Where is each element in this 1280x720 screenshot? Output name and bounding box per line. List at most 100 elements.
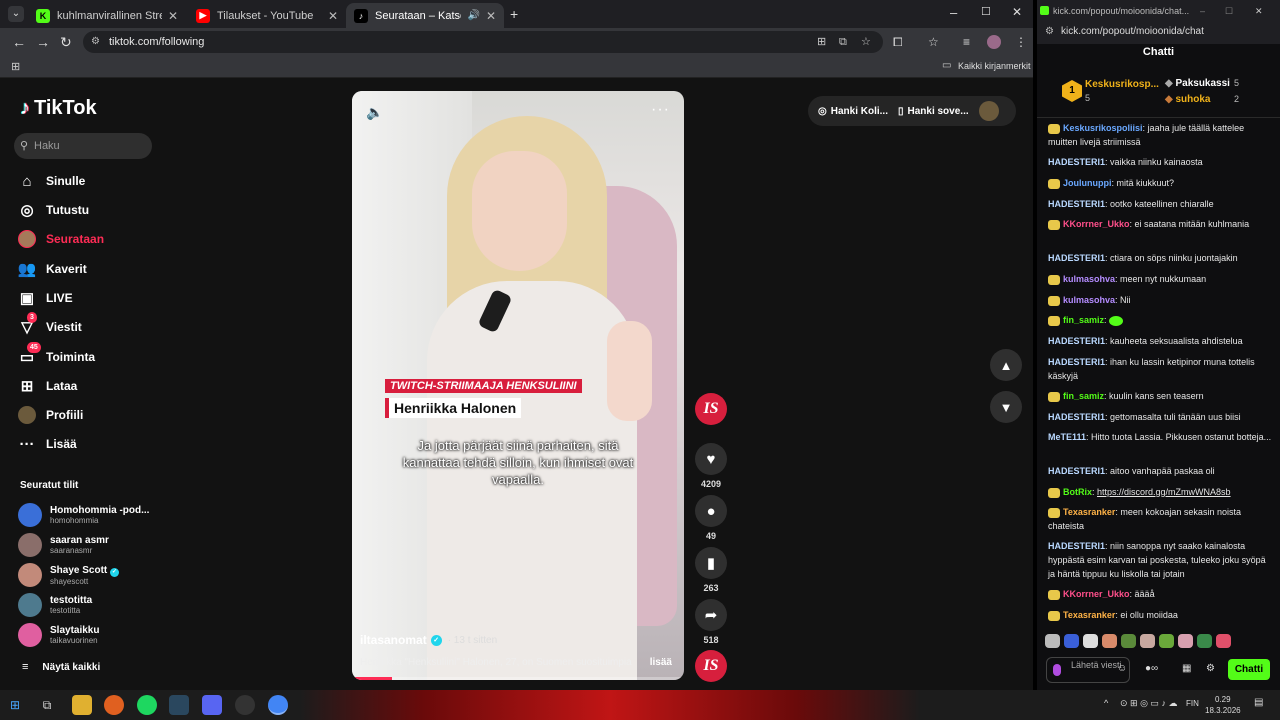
site-info-icon[interactable]: ⚙ xyxy=(91,31,100,53)
emote[interactable] xyxy=(1178,634,1193,648)
followed-account[interactable]: testotitta testotitta xyxy=(18,592,92,618)
next-video-button[interactable]: ▼ xyxy=(990,391,1022,423)
nav-item-lisaa[interactable]: ··· Lisää xyxy=(18,433,77,455)
chrome-icon[interactable] xyxy=(268,695,288,715)
save-action[interactable]: ▮ 263 xyxy=(695,547,727,593)
chat-username[interactable]: fin_samiz xyxy=(1063,391,1104,401)
chat-send-button[interactable]: Chatti xyxy=(1228,659,1270,680)
tray-chevron-icon[interactable]: ^ xyxy=(1104,698,1108,708)
emote[interactable] xyxy=(1121,634,1136,648)
video-player[interactable]: 🔈 ··· TWITCH-STRIIMAAJA HENKSULIINI Henr… xyxy=(352,91,684,680)
nav-item-live[interactable]: ▣ LIVE xyxy=(18,287,73,309)
tab-search-button[interactable]: ⌄ xyxy=(8,6,24,22)
chat-username[interactable]: kulmasohva xyxy=(1063,295,1115,305)
url-input[interactable]: ⚙ tiktok.com/following ⊞ ⧉ ☆ xyxy=(83,31,883,53)
tab-youtube[interactable]: ▶ Tilaukset - YouTube ✕ xyxy=(188,3,346,28)
volume-icon[interactable]: 🔈 xyxy=(366,104,383,121)
leader-name[interactable]: Keskusrikosp... xyxy=(1085,79,1159,90)
tab-kick[interactable]: K kuhlmanvirallinen Stream - Wa ✕ xyxy=(28,3,186,28)
nav-item-seurataan[interactable]: Seurataan xyxy=(18,228,104,250)
microphone-icon[interactable] xyxy=(1053,664,1061,676)
chat-username[interactable]: Keskusrikospoliisi xyxy=(1063,123,1143,133)
nav-item-lataa[interactable]: ⊞ Lataa xyxy=(18,375,78,397)
emote[interactable] xyxy=(1083,634,1098,648)
app-icon[interactable] xyxy=(235,695,255,715)
get-coins-button[interactable]: ◎ Hanki Koli... xyxy=(818,106,888,117)
apps-grid-icon[interactable]: ⊞ xyxy=(11,60,20,73)
creator-avatar[interactable]: IS xyxy=(695,393,727,425)
maximize-button[interactable]: ☐ xyxy=(981,5,991,18)
video-author[interactable]: iltasanomat ✓ · 13 t sitten xyxy=(360,633,497,647)
leader-name[interactable]: suhoka xyxy=(1175,94,1210,105)
window-close-button[interactable]: ✕ xyxy=(1255,0,1263,22)
chat-username[interactable]: KKorrner_Ukko xyxy=(1063,589,1130,599)
back-icon[interactable]: ← xyxy=(12,34,26,50)
profile-avatar[interactable] xyxy=(987,35,1001,49)
chat-message-input[interactable]: Lähetä viesti ☺ xyxy=(1046,657,1130,683)
emoji-icon[interactable]: ☺ xyxy=(1117,663,1127,674)
chat-username[interactable]: Joulunuppi xyxy=(1063,178,1112,188)
comment-action[interactable]: ● 49 xyxy=(695,495,727,541)
user-avatar[interactable] xyxy=(978,101,999,121)
notification-icon[interactable]: ▤ xyxy=(1254,697,1263,708)
chat-username[interactable]: HADESTERI1 xyxy=(1048,199,1105,209)
clock[interactable]: 0.29 18.3.2026 xyxy=(1205,694,1241,716)
see-all-button[interactable]: ≡ Näytä kaikki xyxy=(22,661,100,673)
speaker-icon[interactable]: 🔊 xyxy=(467,10,479,21)
chat-username[interactable]: HADESTERI1 xyxy=(1048,466,1105,476)
emote[interactable] xyxy=(1216,634,1231,648)
previous-video-button[interactable]: ▲ xyxy=(990,349,1022,381)
nav-item-sinulle[interactable]: ⌂ Sinulle xyxy=(18,170,85,192)
nav-item-toiminta[interactable]: ▭ 45 Toiminta xyxy=(18,342,95,368)
file-explorer-icon[interactable] xyxy=(72,695,92,715)
get-app-button[interactable]: ▯ Hanki sove... xyxy=(898,106,969,117)
task-view-icon[interactable]: ⧉ xyxy=(37,695,57,715)
emote[interactable] xyxy=(1045,634,1060,648)
extensions-icon[interactable]: ⧠ xyxy=(893,35,903,50)
followed-account[interactable]: Slaytaikku taikavuorinen xyxy=(18,622,99,648)
chat-username[interactable]: HADESTERI1 xyxy=(1048,541,1105,551)
emote[interactable] xyxy=(1159,634,1174,648)
chat-username[interactable]: KKorrner_Ukko xyxy=(1063,219,1130,229)
description-more-button[interactable]: lisää xyxy=(650,657,672,668)
maximize-button[interactable]: ☐ xyxy=(1225,0,1233,22)
search-input[interactable]: ⚲ Haku xyxy=(14,133,152,159)
window-close-button[interactable]: ✕ xyxy=(1012,5,1022,19)
new-tab-button[interactable]: + xyxy=(510,6,518,22)
store-icon[interactable]: ▦ xyxy=(1182,663,1191,674)
tray-icons[interactable]: ⊙ ⊞ ◎ ▭ ♪ ☁ xyxy=(1120,698,1177,709)
chat-username[interactable]: BotRix xyxy=(1063,487,1092,497)
chat-username[interactable]: kulmasohva xyxy=(1063,274,1115,284)
chat-username[interactable]: Texasranker xyxy=(1063,507,1115,517)
tiktok-logo[interactable]: ♪ TikTok xyxy=(20,97,97,120)
close-icon[interactable]: ✕ xyxy=(168,9,178,23)
forward-icon[interactable]: → xyxy=(36,34,50,50)
emote[interactable] xyxy=(1064,634,1079,648)
all-bookmarks-button[interactable]: Kaikki kirjanmerkit xyxy=(958,61,1031,71)
settings-icon[interactable]: ⚙ xyxy=(1206,663,1215,674)
leader-name[interactable]: Paksukassi xyxy=(1175,78,1230,89)
followed-account[interactable]: saaran asmr saaranasmr xyxy=(18,532,109,558)
nav-item-tutustu[interactable]: ◎ Tutustu xyxy=(18,199,89,221)
tab-tiktok[interactable]: ♪ Seurataan – Katso seuraam 🔊 ✕ xyxy=(346,3,504,28)
site-info-icon[interactable]: ⚙ xyxy=(1045,22,1054,42)
chat-url-bar[interactable]: ⚙ kick.com/popout/moioonida/chat xyxy=(1037,22,1280,44)
minimize-button[interactable]: – xyxy=(950,5,957,20)
language-indicator[interactable]: FIN xyxy=(1186,699,1199,708)
chat-username[interactable]: Texasranker xyxy=(1063,610,1115,620)
close-icon[interactable]: ✕ xyxy=(328,9,338,23)
like-action[interactable]: ♥ 4209 xyxy=(695,443,727,489)
nav-item-profiili[interactable]: Profiili xyxy=(18,404,83,426)
cast-icon[interactable]: ⧉ xyxy=(839,31,847,53)
firefox-icon[interactable] xyxy=(104,695,124,715)
steam-icon[interactable] xyxy=(169,695,189,715)
emote[interactable] xyxy=(1197,634,1212,648)
translate-icon[interactable]: ⊞ xyxy=(817,31,826,53)
chat-username[interactable]: MeTE111 xyxy=(1048,432,1086,442)
chat-username[interactable]: HADESTERI1 xyxy=(1048,157,1105,167)
discord-icon[interactable] xyxy=(202,695,222,715)
minimize-button[interactable]: – xyxy=(1200,0,1205,22)
sound-avatar[interactable]: IS xyxy=(695,650,727,682)
chat-username[interactable]: HADESTERI1 xyxy=(1048,253,1105,263)
favorites-icon[interactable]: ☆ xyxy=(928,35,939,49)
